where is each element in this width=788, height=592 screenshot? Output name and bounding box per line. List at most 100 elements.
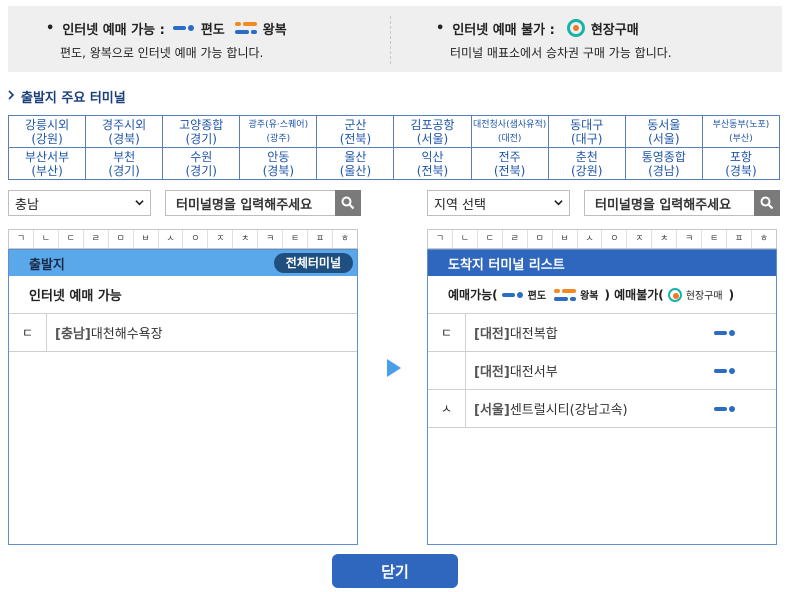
search-placeholder: 터미널명을 입력해주세요 (176, 197, 313, 213)
consonant-filter-item[interactable]: ㅋ (677, 230, 703, 248)
arrival-search-button[interactable] (754, 190, 780, 216)
major-terminal-link[interactable]: 경주시외 (경북) (85, 115, 164, 148)
terminal-name: 울산 (344, 149, 367, 164)
terminal-list-item[interactable]: ㅅ [서울]센트럴시티(강남고속) (428, 390, 776, 428)
major-terminal-link[interactable]: 통영종합 (경남) (624, 147, 703, 180)
terminal-list-item[interactable]: ㄷ [대전]대전복합 (428, 314, 776, 352)
legend-text: ) 예매불가( (604, 288, 664, 302)
major-terminal-link[interactable]: 군산 (전북) (316, 115, 395, 148)
major-terminal-link[interactable]: 대전청사(샘사유적) (대전) (470, 115, 549, 148)
terminal-name: 춘천 (575, 149, 598, 164)
consonant-filter-item[interactable]: ㅈ (627, 230, 653, 248)
consonant-filter-item[interactable]: ㄱ (428, 230, 453, 248)
consonant-filter-item[interactable]: ㅊ (233, 230, 259, 248)
consonant-filter-item[interactable]: ㅂ (553, 230, 578, 248)
consonant-filter-item[interactable]: ㅂ (134, 230, 159, 248)
consonant-filter-item[interactable]: ㅋ (258, 230, 284, 248)
terminal-item-name: [서울]센트럴시티(강남고속) (466, 399, 628, 418)
departure-search-input[interactable]: 터미널명을 입력해주세요 (165, 190, 336, 216)
oneway-icon (172, 24, 195, 32)
departure-panel: 출발지 전체터미널 인터넷 예매 가능 ㄷ [충남]대천해수욕장 (8, 249, 358, 545)
departure-region-select[interactable]: 충남 (8, 190, 151, 216)
major-terminal-link[interactable]: 강릉시외 (강원) (7, 115, 87, 148)
consonant-filter-item[interactable]: ㅁ (528, 230, 553, 248)
major-terminal-link[interactable]: 울산 (울산) (316, 147, 395, 180)
major-terminal-link[interactable]: 춘천 (강원) (547, 147, 626, 180)
consonant-filter-item[interactable]: ㅌ (283, 230, 309, 248)
major-terminal-link[interactable]: 김포공항 (서울) (393, 115, 472, 148)
terminal-region: (전북) (416, 163, 449, 178)
consonant-filter-item[interactable]: ㅎ (752, 230, 776, 248)
consonant-filter-item[interactable]: ㅁ (109, 230, 134, 248)
consonant-filter-item[interactable]: ㅅ (578, 230, 603, 248)
major-terminal-link[interactable]: 부산서부 (부산) (7, 147, 87, 180)
consonant-index: ㄷ (9, 314, 47, 351)
terminal-name: 수원 (190, 149, 213, 164)
consonant-filter-item[interactable]: ㄷ (59, 230, 84, 248)
major-terminal-link[interactable]: 부산동부(노포) (부산) (701, 115, 781, 148)
consonant-filter-item[interactable]: ㄱ (9, 230, 34, 248)
all-terminals-button[interactable]: 전체터미널 (273, 253, 353, 273)
consonant-filter-item[interactable]: ㄷ (478, 230, 503, 248)
terminal-region: (광주) (266, 133, 291, 144)
major-terminal-link[interactable]: 광주(유·스퀘어) (광주) (239, 115, 318, 148)
arrival-header: 도착지 터미널 리스트 (428, 250, 776, 276)
consonant-index: ㅅ (428, 390, 466, 427)
legend-text: 예매가능( (448, 288, 498, 302)
terminal-region: (서울) (416, 131, 449, 146)
consonant-filter-item[interactable]: ㅌ (702, 230, 728, 248)
legend-offline: • 인터넷 예매 불가 : 현장구매 터미널 매표소에서 승차권 구매 가능 합… (436, 18, 672, 61)
terminal-region: (경북) (725, 163, 757, 178)
major-terminal-link[interactable]: 익산 (전북) (393, 147, 472, 180)
terminal-name: 경주시외 (102, 117, 147, 132)
terminal-name: 고양종합 (179, 117, 224, 132)
close-button[interactable]: 닫기 (332, 554, 458, 588)
major-terminals-row: 강릉시외 (강원) 경주시외 (경북) 고양종합 (경기) 광주(유·스퀘어) (광주) 군산(… (7, 115, 781, 148)
consonant-filter-item[interactable]: ㅎ (333, 230, 357, 248)
departure-search-button[interactable] (335, 190, 361, 216)
terminal-item-title: 센트럴시티(강남고속) (509, 403, 628, 418)
consonant-filter-item[interactable]: ㅅ (159, 230, 184, 248)
major-terminal-link[interactable]: 수원 (경기) (162, 147, 241, 180)
terminal-list-item[interactable]: [대전]대전서부 (428, 352, 776, 390)
consonant-filter-item[interactable]: ㄹ (503, 230, 528, 248)
terminal-region: (강원) (570, 163, 603, 178)
terminal-region: (전북) (339, 131, 372, 146)
major-terminal-link[interactable]: 안동 (경북) (239, 147, 318, 180)
terminal-name: 광주(유·스퀘어) (248, 119, 309, 130)
consonant-filter-item[interactable]: ㅍ (308, 230, 333, 248)
terminal-name: 부산동부(노포) (712, 119, 770, 130)
onsite-purchase-icon (566, 19, 585, 37)
major-terminal-link[interactable]: 동대구 (대구) (547, 115, 626, 148)
major-terminal-link[interactable]: 고양종합 (경기) (162, 115, 241, 148)
arrival-region-select[interactable]: 지역 선택 (427, 190, 570, 216)
terminal-name: 익산 (421, 149, 444, 164)
terminal-name: 대전청사(샘사유적) (472, 119, 547, 130)
consonant-filter-item[interactable]: ㅈ (208, 230, 234, 248)
consonant-index: ㄷ (428, 314, 466, 351)
major-terminal-link[interactable]: 전주 (전북) (470, 147, 549, 180)
chevron-down-icon (135, 200, 144, 206)
legend-round-label: 왕복 (262, 22, 287, 38)
major-terminals-table: 강릉시외 (강원) 경주시외 (경북) 고양종합 (경기) 광주(유·스퀘어) (광주) 군산(… (7, 115, 781, 180)
consonant-filter-item[interactable]: ㄹ (84, 230, 109, 248)
terminal-item-title: 대천해수욕장 (90, 327, 163, 342)
terminal-list-item[interactable]: ㄷ [충남]대천해수욕장 (9, 314, 357, 352)
consonant-index (428, 352, 466, 389)
consonant-filter-item[interactable]: ㅍ (727, 230, 752, 248)
major-terminal-link[interactable]: 부천 (경기) (85, 147, 164, 180)
arrival-search-input[interactable]: 터미널명을 입력해주세요 (584, 190, 755, 216)
consonant-filter-item[interactable]: ㅇ (602, 230, 628, 248)
region-select-value: 충남 (15, 197, 39, 213)
terminal-region: (울산) (339, 163, 372, 178)
consonant-filter-item[interactable]: ㅊ (652, 230, 678, 248)
major-terminal-link[interactable]: 포항 (경북) (701, 147, 781, 180)
arrival-panel: 도착지 터미널 리스트 예매가능( 편도 왕복 ) 예매불가( 현장구매 ) ㄷ… (427, 249, 777, 545)
legend-onsite-label: 현장구매 (685, 291, 723, 302)
terminal-name: 포항 (729, 149, 752, 164)
consonant-filter-item[interactable]: ㅇ (183, 230, 209, 248)
major-terminal-link[interactable]: 동서울 (서울) (624, 115, 703, 148)
consonant-filter-item[interactable]: ㄴ (453, 230, 478, 248)
consonant-filter-item[interactable]: ㄴ (34, 230, 59, 248)
terminal-name: 동서울 (647, 117, 681, 132)
